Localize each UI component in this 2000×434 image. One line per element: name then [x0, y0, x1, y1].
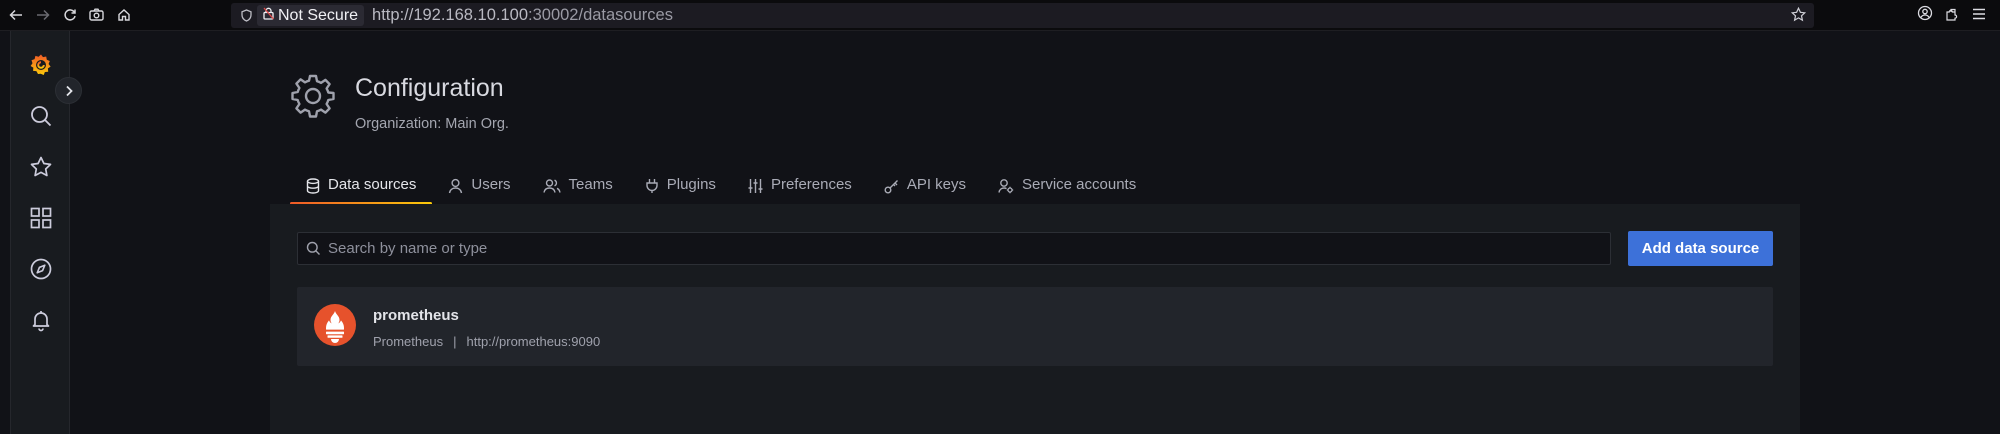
extensions-icon[interactable] — [1945, 6, 1960, 26]
datasource-meta: Prometheus | http://prometheus:9090 — [373, 334, 600, 349]
url-text[interactable]: http://192.168.10.100:30002/datasources — [372, 6, 673, 25]
add-data-source-button[interactable]: Add data source — [1628, 231, 1773, 266]
forward-icon[interactable] — [29, 2, 56, 29]
account-icon[interactable] — [1917, 5, 1933, 26]
screenshot-icon[interactable] — [83, 2, 110, 29]
users-icon — [542, 179, 561, 193]
page-subtitle: Organization: Main Org. — [355, 116, 509, 132]
plug-icon — [646, 179, 658, 193]
home-icon[interactable] — [110, 2, 137, 29]
security-indicator[interactable]: Not Secure — [257, 5, 365, 26]
tab-api-keys[interactable]: API keys — [868, 170, 982, 205]
user-cog-icon — [998, 179, 1014, 194]
menu-icon[interactable] — [1972, 7, 1986, 25]
tab-label: Users — [471, 176, 511, 193]
browser-nav — [2, 2, 137, 29]
tab-teams[interactable]: Teams — [527, 170, 629, 205]
url-bar[interactable]: Not Secure http://192.168.10.100:30002/d… — [231, 3, 1814, 28]
datasource-card[interactable]: prometheus Prometheus | http://prometheu… — [297, 287, 1773, 366]
alerting-bell-icon[interactable] — [28, 307, 54, 333]
tab-label: Plugins — [666, 176, 716, 193]
tab-label: Teams — [568, 176, 613, 193]
tab-data-sources[interactable]: Data sources — [290, 170, 433, 205]
expand-menu-button[interactable] — [55, 77, 82, 104]
tab-label: API keys — [906, 176, 966, 193]
search-icon — [298, 241, 328, 256]
browser-toolbar: Not Secure http://192.168.10.100:30002/d… — [0, 0, 2000, 31]
tab-plugins[interactable]: Plugins — [629, 170, 732, 205]
tab-label: Preferences — [770, 176, 852, 193]
browser-right-tools — [1917, 0, 2000, 31]
meta-separator: | — [453, 334, 457, 349]
search-icon[interactable] — [28, 103, 54, 129]
star-icon[interactable] — [28, 154, 54, 180]
reload-icon[interactable] — [56, 2, 83, 29]
key-icon — [884, 180, 898, 194]
explore-compass-icon[interactable] — [28, 256, 54, 282]
search-input[interactable] — [328, 233, 1610, 264]
tab-label: Data sources — [328, 176, 417, 193]
tab-service-accounts[interactable]: Service accounts — [982, 170, 1152, 205]
tab-users[interactable]: Users — [432, 170, 526, 205]
tab-label: Service accounts — [1022, 176, 1137, 193]
back-icon[interactable] — [2, 2, 29, 29]
grafana-logo-icon[interactable] — [28, 52, 54, 78]
datasource-url: http://prometheus:9090 — [466, 334, 601, 349]
lock-warning-icon — [263, 7, 274, 25]
shield-icon[interactable] — [235, 9, 257, 22]
datasource-name[interactable]: prometheus — [373, 307, 459, 324]
datasource-type: Prometheus — [373, 334, 444, 349]
url-path: :30002/datasources — [528, 6, 673, 24]
dashboards-grid-icon[interactable] — [28, 205, 54, 231]
tab-preferences[interactable]: Preferences — [732, 170, 868, 205]
database-icon — [306, 178, 320, 194]
user-icon — [449, 178, 463, 194]
search-field[interactable] — [297, 232, 1611, 265]
url-host: http://192.168.10.100 — [372, 6, 529, 24]
bookmark-star-icon[interactable] — [1790, 6, 1807, 27]
security-label: Not Secure — [278, 6, 359, 24]
cog-icon — [290, 73, 336, 124]
prometheus-logo-icon — [314, 304, 356, 351]
page-title: Configuration — [355, 74, 504, 102]
config-tabs: Data sources Users Teams Plugins Prefere… — [290, 170, 1152, 205]
chevron-right-icon — [65, 85, 73, 96]
sliders-icon — [748, 179, 763, 193]
